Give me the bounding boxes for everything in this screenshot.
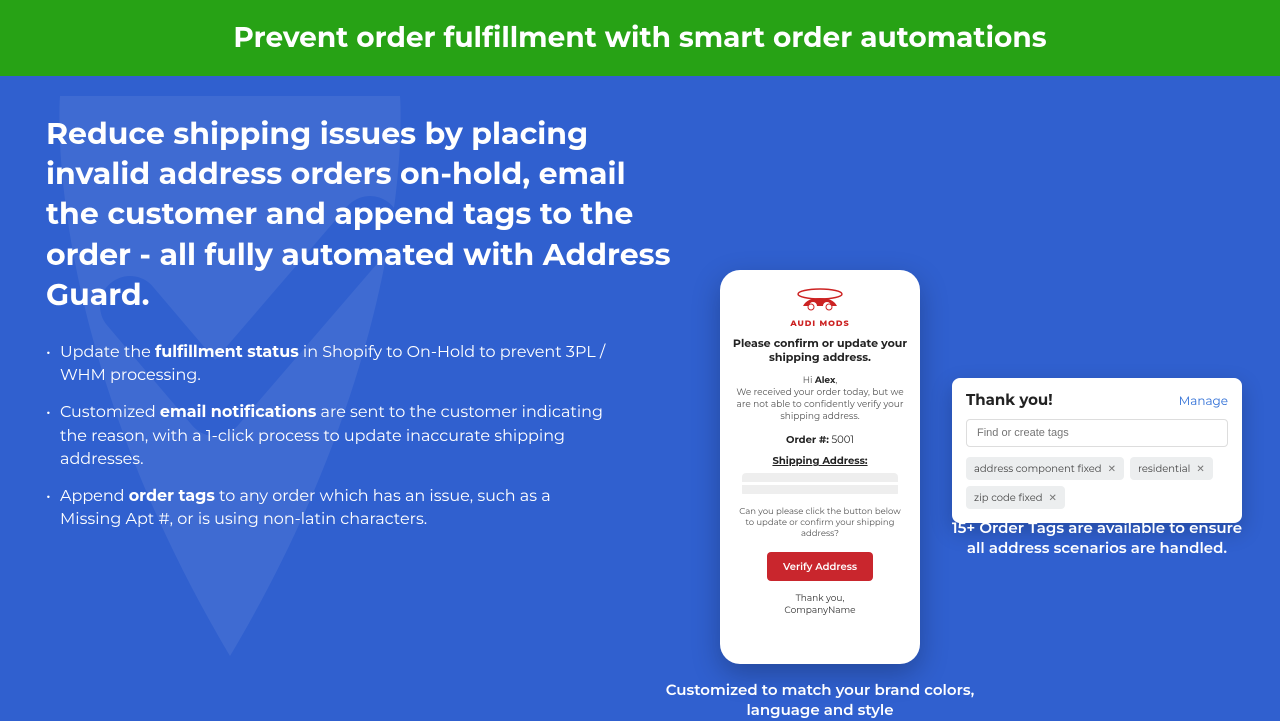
- bullet-list: Update the fulfillment status in Shopify…: [46, 341, 686, 531]
- tag-remove-icon[interactable]: ✕: [1196, 462, 1204, 475]
- main-area: Reduce shipping issues by placing invali…: [0, 76, 1280, 720]
- merchant-logo: AUDI MODS: [780, 288, 860, 329]
- left-copy: Reduce shipping issues by placing invali…: [46, 114, 686, 545]
- verify-address-button[interactable]: Verify Address: [767, 552, 873, 581]
- order-tag[interactable]: residential ✕: [1130, 457, 1213, 480]
- tag-label: address component fixed: [974, 462, 1102, 475]
- tags-card: Thank you! Manage address component fixe…: [952, 378, 1242, 523]
- email-header: Please confirm or update your shipping a…: [732, 337, 908, 365]
- email-preview-card: AUDI MODS Please confirm or update your …: [720, 270, 920, 664]
- tag-label: residential: [1138, 462, 1190, 475]
- top-banner: Prevent order fulfillment with smart ord…: [0, 0, 1280, 76]
- tags-search-input[interactable]: [966, 419, 1228, 447]
- shipping-address-header: Shipping Address:: [732, 454, 908, 467]
- merchant-brand-text: AUDI MODS: [780, 319, 860, 329]
- email-preview-caption: Customized to match your brand colors, l…: [658, 680, 982, 721]
- headline: Reduce shipping issues by placing invali…: [46, 114, 686, 315]
- order-tag[interactable]: zip code fixed ✕: [966, 486, 1065, 509]
- tag-label: zip code fixed: [974, 491, 1043, 504]
- manage-link[interactable]: Manage: [1179, 394, 1228, 409]
- top-banner-title: Prevent order fulfillment with smart ord…: [233, 21, 1046, 55]
- tags-card-caption: 15+ Order Tags are available to ensure a…: [944, 518, 1250, 559]
- order-tag[interactable]: address component fixed ✕: [966, 457, 1124, 480]
- tags-card-title: Thank you!: [966, 390, 1053, 409]
- bullet-item: Update the fulfillment status in Shopify…: [46, 341, 606, 387]
- shipping-address-placeholder: [742, 473, 898, 497]
- bullet-item: Append order tags to any order which has…: [46, 485, 606, 531]
- order-number: Order #: 5001: [732, 433, 908, 446]
- email-greeting-body: Hi Alex, We received your order today, b…: [732, 375, 908, 424]
- bullet-item: Customized email notifications are sent …: [46, 401, 606, 471]
- tag-remove-icon[interactable]: ✕: [1049, 491, 1057, 504]
- car-icon: [793, 288, 847, 314]
- tag-remove-icon[interactable]: ✕: [1108, 462, 1116, 475]
- email-signoff: Thank you, CompanyName: [732, 593, 908, 616]
- tags-container: address component fixed ✕ residential ✕ zi…: [966, 457, 1228, 509]
- email-ask-text: Can you please click the button below to…: [738, 507, 902, 540]
